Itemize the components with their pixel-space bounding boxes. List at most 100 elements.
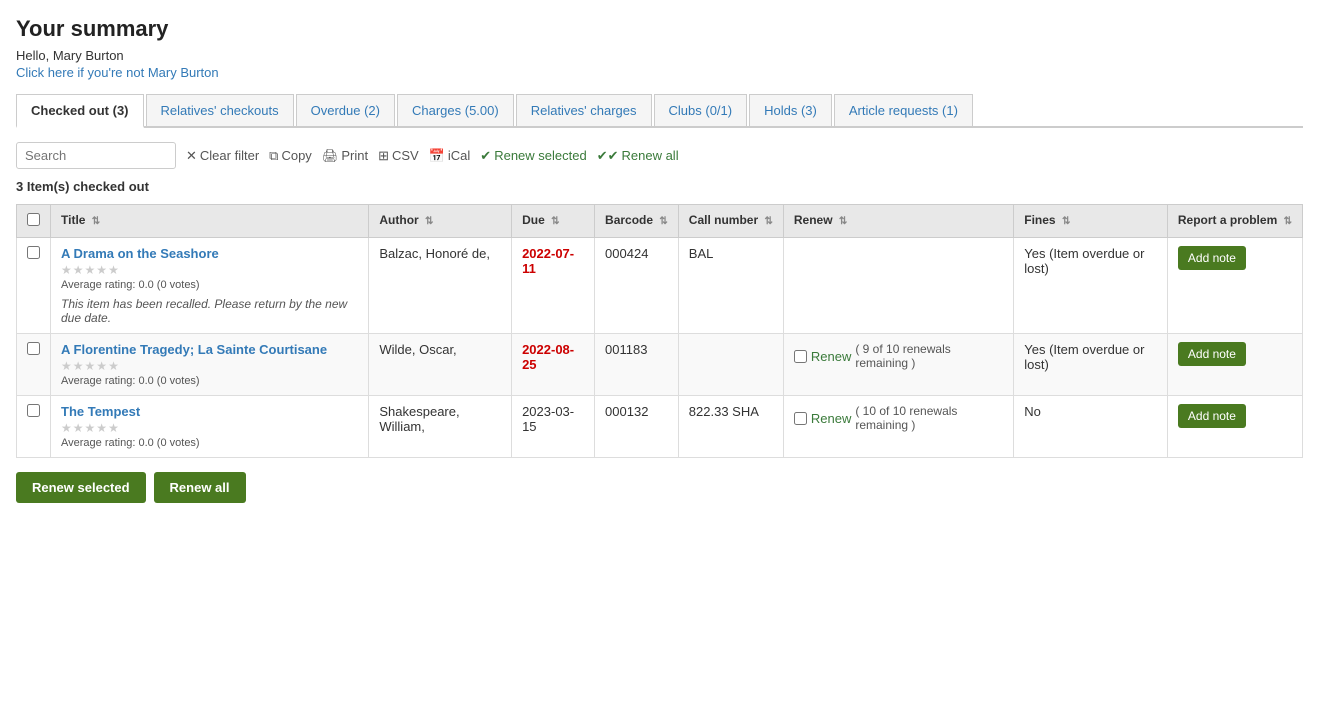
star-rating: ★★★★★	[61, 359, 358, 373]
renew-selected-button-top[interactable]: ✔ Renew selected	[480, 148, 586, 164]
bottom-actions: Renew selected Renew all	[16, 472, 1303, 503]
star-icon[interactable]: ★	[73, 263, 84, 277]
tab-article-requests[interactable]: Article requests (1)	[834, 94, 973, 126]
tab-holds[interactable]: Holds (3)	[749, 94, 832, 126]
greeting: Hello, Mary Burton	[16, 48, 1303, 63]
row-title-cell: The Tempest★★★★★Average rating: 0.0 (0 v…	[51, 396, 369, 458]
row-author-cell: Wilde, Oscar,	[369, 334, 512, 396]
row-fines-cell: Yes (Item overdue or lost)	[1014, 334, 1168, 396]
star-icon[interactable]: ★	[61, 359, 72, 373]
col-renew: Renew ⇅	[783, 205, 1013, 238]
sort-icon[interactable]: ⇅	[92, 216, 100, 227]
row-renew-cell: Renew ( 9 of 10 renewals remaining )	[783, 334, 1013, 396]
star-icon[interactable]: ★	[85, 263, 96, 277]
average-rating: Average rating: 0.0 (0 votes)	[61, 279, 358, 291]
renew-all-button-top[interactable]: ✔✔ Renew all	[597, 148, 679, 164]
title-link[interactable]: The Tempest	[61, 404, 140, 419]
star-icon[interactable]: ★	[108, 359, 119, 373]
renew-remaining: ( 10 of 10 renewals remaining )	[855, 404, 1003, 432]
calendar-icon: 📅	[429, 148, 445, 164]
print-icon: 🖨	[322, 148, 339, 164]
sort-icon[interactable]: ⇅	[551, 216, 559, 227]
row-due-cell: 2023-03-15	[512, 396, 595, 458]
table-row: The Tempest★★★★★Average rating: 0.0 (0 v…	[17, 396, 1303, 458]
not-you-link[interactable]: Click here if you're not Mary Burton	[16, 65, 219, 80]
row-checkbox-cell	[17, 396, 51, 458]
toolbar: ✕ Clear filter ⧉ Copy 🖨 Print ⊞ CSV 📅 iC…	[16, 142, 1303, 169]
star-icon[interactable]: ★	[96, 359, 107, 373]
star-icon[interactable]: ★	[61, 263, 72, 277]
renew-remaining: ( 9 of 10 renewals remaining )	[855, 342, 1003, 370]
tab-relatives-charges[interactable]: Relatives' charges	[516, 94, 652, 126]
star-icon[interactable]: ★	[61, 421, 72, 435]
due-date: 2022-07-11	[522, 246, 574, 276]
csv-button[interactable]: ⊞ CSV	[378, 148, 419, 164]
select-all-checkbox[interactable]	[27, 213, 40, 226]
row-checkbox[interactable]	[27, 246, 40, 259]
row-barcode-cell: 001183	[595, 334, 679, 396]
col-fines: Fines ⇅	[1014, 205, 1168, 238]
tab-clubs[interactable]: Clubs (0/1)	[654, 94, 748, 126]
renew-all-button-bottom[interactable]: Renew all	[154, 472, 246, 503]
star-icon[interactable]: ★	[73, 421, 84, 435]
recall-notice: This item has been recalled. Please retu…	[61, 297, 358, 325]
row-title-cell: A Drama on the Seashore★★★★★Average rati…	[51, 238, 369, 334]
item-count: 3 Item(s) checked out	[16, 179, 1303, 194]
sort-icon[interactable]: ⇅	[1284, 216, 1292, 227]
col-report_problem: Report a problem ⇅	[1167, 205, 1302, 238]
tab-overdue[interactable]: Overdue (2)	[296, 94, 395, 126]
add-note-button[interactable]: Add note	[1178, 404, 1246, 428]
row-renew-cell: Renew ( 10 of 10 renewals remaining )	[783, 396, 1013, 458]
page-title: Your summary	[16, 16, 1303, 42]
row-checkbox[interactable]	[27, 404, 40, 417]
col-call_number: Call number ⇅	[678, 205, 783, 238]
copy-button[interactable]: ⧉ Copy	[269, 148, 312, 164]
row-checkbox-cell	[17, 334, 51, 396]
title-link[interactable]: A Drama on the Seashore	[61, 246, 219, 261]
renew-checkbox[interactable]	[794, 412, 807, 425]
sort-icon[interactable]: ⇅	[839, 216, 847, 227]
row-barcode-cell: 000424	[595, 238, 679, 334]
renew-selected-button-bottom[interactable]: Renew selected	[16, 472, 146, 503]
col-due: Due ⇅	[512, 205, 595, 238]
sort-icon[interactable]: ⇅	[764, 216, 772, 227]
row-title-cell: A Florentine Tragedy; La Sainte Courtisa…	[51, 334, 369, 396]
search-input[interactable]	[16, 142, 176, 169]
renew-link[interactable]: Renew	[811, 349, 851, 364]
col-author: Author ⇅	[369, 205, 512, 238]
star-icon[interactable]: ★	[108, 421, 119, 435]
title-link[interactable]: A Florentine Tragedy; La Sainte Courtisa…	[61, 342, 327, 357]
star-rating: ★★★★★	[61, 263, 358, 277]
tabs-container: Checked out (3)Relatives' checkoutsOverd…	[16, 94, 1303, 128]
average-rating: Average rating: 0.0 (0 votes)	[61, 437, 358, 449]
tab-relatives-checkouts[interactable]: Relatives' checkouts	[146, 94, 294, 126]
renew-checkbox[interactable]	[794, 350, 807, 363]
star-icon[interactable]: ★	[96, 421, 107, 435]
row-checkbox-cell	[17, 238, 51, 334]
double-checkmark-icon: ✔✔	[597, 148, 619, 164]
csv-icon: ⊞	[378, 148, 389, 164]
star-icon[interactable]: ★	[96, 263, 107, 277]
star-icon[interactable]: ★	[108, 263, 119, 277]
add-note-button[interactable]: Add note	[1178, 246, 1246, 270]
print-button[interactable]: 🖨 Print	[322, 148, 368, 164]
star-icon[interactable]: ★	[85, 359, 96, 373]
row-checkbox[interactable]	[27, 342, 40, 355]
clear-filter-button[interactable]: ✕ Clear filter	[186, 148, 259, 164]
sort-icon[interactable]: ⇅	[425, 216, 433, 227]
add-note-button[interactable]: Add note	[1178, 342, 1246, 366]
row-fines-cell: No	[1014, 396, 1168, 458]
row-call-number-cell: 822.33 SHA	[678, 396, 783, 458]
sort-icon[interactable]: ⇅	[1062, 216, 1070, 227]
tab-checked-out[interactable]: Checked out (3)	[16, 94, 144, 128]
star-icon[interactable]: ★	[85, 421, 96, 435]
star-icon[interactable]: ★	[73, 359, 84, 373]
tab-charges[interactable]: Charges (5.00)	[397, 94, 514, 126]
sort-icon[interactable]: ⇅	[659, 216, 667, 227]
row-call-number-cell	[678, 334, 783, 396]
average-rating: Average rating: 0.0 (0 votes)	[61, 375, 358, 387]
renew-link[interactable]: Renew	[811, 411, 851, 426]
ical-button[interactable]: 📅 iCal	[429, 148, 471, 164]
row-report-cell: Add note	[1167, 334, 1302, 396]
row-report-cell: Add note	[1167, 238, 1302, 334]
